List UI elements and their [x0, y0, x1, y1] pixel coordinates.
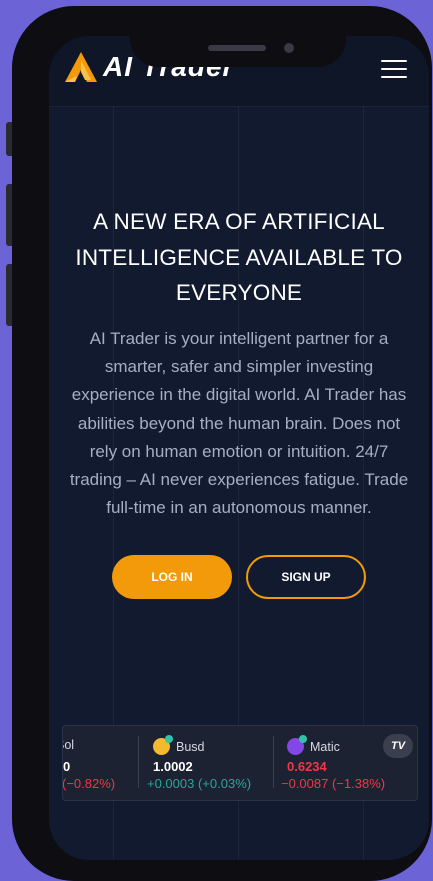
- headline-line: EVERYONE: [175, 280, 303, 305]
- ticker-change: +0.0003 (+0.03%): [147, 776, 252, 791]
- phone-frame: AI Trader A NEW ERA OF ARTIFICIAL INTELL…: [12, 6, 432, 881]
- ticker-price: 0.6234: [287, 759, 327, 774]
- ticker-change: −0.0087 (−1.38%): [281, 776, 386, 791]
- menu-icon[interactable]: [381, 60, 407, 80]
- tradingview-logo-icon[interactable]: TV: [383, 734, 413, 758]
- ai-trader-logo-icon: [65, 52, 97, 82]
- signup-button[interactable]: SIGN UP: [246, 555, 366, 599]
- hero-headline: A NEW ERA OF ARTIFICIAL INTELLIGENCE AVA…: [49, 204, 429, 311]
- ticker-item-sol[interactable]: Sol 0 (−0.82%): [63, 726, 137, 800]
- ticker-divider: [273, 736, 274, 788]
- ticker-change: (−0.82%): [62, 776, 116, 791]
- headline-line: INTELLIGENCE AVAILABLE TO: [75, 244, 403, 270]
- ticker-item-busd[interactable]: Busd 1.0002 +0.0003 (+0.03%): [147, 726, 277, 800]
- speaker-icon: [208, 45, 266, 51]
- login-button[interactable]: LOG IN: [112, 555, 232, 599]
- ticker-symbol: Sol: [63, 738, 75, 752]
- camera-icon: [284, 43, 294, 53]
- ticker-symbol: Busd: [153, 735, 205, 755]
- busd-coin-icon: [153, 735, 173, 755]
- headline-line: A NEW ERA OF ARTIFICIAL: [93, 209, 385, 234]
- hero-description: AI Trader is your intelligent partner fo…: [69, 329, 409, 518]
- matic-coin-icon: [287, 735, 307, 755]
- ticker-tape-widget[interactable]: Sol 0 (−0.82%) Busd 1.0002 +0.0003 (+0.0…: [62, 725, 418, 801]
- ticker-divider: [138, 736, 139, 788]
- screen: AI Trader A NEW ERA OF ARTIFICIAL INTELL…: [49, 36, 429, 860]
- ticker-price: 0: [63, 759, 71, 774]
- ticker-symbol: Matic: [287, 735, 340, 755]
- phone-notch: [130, 13, 346, 67]
- ticker-price: 1.0002: [153, 759, 193, 774]
